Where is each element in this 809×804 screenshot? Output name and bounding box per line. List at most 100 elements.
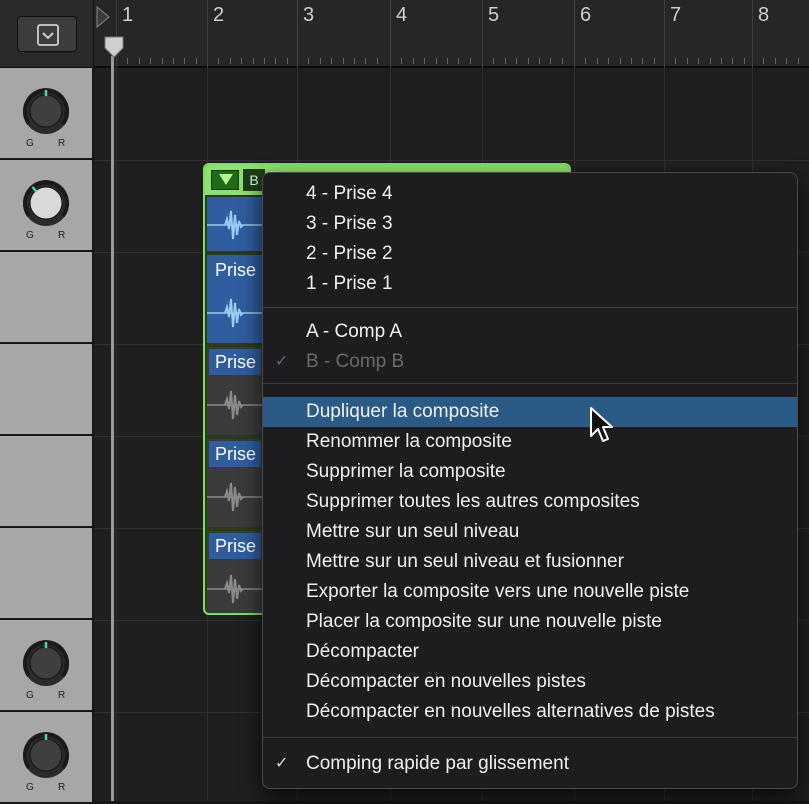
menu-item-quick-swipe-comping[interactable]: ✓ Comping rapide par glissement [263, 749, 797, 779]
ruler-minor-tick [150, 58, 152, 64]
ruler-minor-tick [229, 58, 231, 64]
menu-item-take[interactable]: 4 - Prise 4 [263, 179, 797, 209]
ruler-minor-tick [516, 58, 518, 64]
track-header[interactable] [0, 252, 94, 344]
ruler-minor-tick [435, 58, 437, 64]
ruler-minor-tick [331, 58, 333, 64]
menu-item-label: Dupliquer la composite [306, 401, 500, 422]
ruler-minor-tick [686, 58, 688, 64]
take-lane[interactable]: Prise [207, 347, 267, 435]
ruler-minor-tick [763, 58, 765, 64]
menu-item-action[interactable]: Dupliquer la composite [263, 397, 797, 427]
menu-item-action[interactable]: Décompacter en nouvelles alternatives de… [263, 697, 797, 727]
track-header[interactable]: GR [0, 620, 94, 712]
ruler-minor-tick [774, 58, 776, 64]
menu-item-label: A - Comp A [306, 321, 403, 342]
waveform-icon [207, 574, 265, 604]
ruler-minor-tick [218, 58, 220, 64]
menu-item-label: 1 - Prise 1 [306, 273, 393, 294]
ruler-minor-tick [596, 58, 598, 64]
track-options-button[interactable] [17, 16, 77, 52]
waveform-icon [207, 298, 265, 328]
ruler-minor-tick [743, 58, 745, 64]
take-label: Prise [209, 349, 261, 375]
ruler-minor-tick [401, 58, 403, 64]
track-list-corner [0, 0, 94, 68]
cycle-marker-icon[interactable] [96, 6, 110, 28]
knob-label-right: R [58, 230, 66, 241]
playhead-line[interactable] [111, 56, 114, 801]
ruler-minor-tick [608, 58, 610, 64]
menu-separator [263, 737, 797, 738]
menu-item-action[interactable]: Exporter la composite vers une nouvelle … [263, 577, 797, 607]
menu-item-action[interactable]: Supprimer toutes les autres composites [263, 487, 797, 517]
playhead-icon[interactable] [104, 36, 124, 58]
ruler-minor-tick [354, 58, 355, 64]
menu-item-label: Mettre sur un seul niveau et fusionner [306, 551, 624, 572]
comp-lane[interactable] [207, 197, 267, 251]
ruler-minor-tick [376, 58, 378, 64]
menu-item-action[interactable]: Décompacter [263, 637, 797, 667]
ruler-bar-number: 4 [396, 4, 408, 26]
timeline-ruler[interactable] [94, 0, 809, 68]
menu-item-comp[interactable]: A - Comp A [263, 317, 797, 347]
menu-item-action[interactable]: Mettre sur un seul niveau et fusionner [263, 547, 797, 577]
ruler-bar-line [297, 0, 298, 68]
track-header[interactable] [0, 528, 94, 620]
take-lane[interactable]: Prise [207, 255, 267, 343]
ruler-minor-tick [286, 58, 288, 64]
menu-item-action[interactable]: Placer la composite sur une nouvelle pis… [263, 607, 797, 637]
menu-item-action[interactable]: Mettre sur un seul niveau [263, 517, 797, 547]
track-header[interactable]: GR [0, 68, 94, 160]
disclosure-triangle-icon[interactable] [211, 170, 239, 190]
ruler-minor-tick [539, 58, 540, 64]
ruler-minor-tick [527, 58, 529, 64]
ruler-minor-tick [173, 58, 174, 64]
menu-item-action[interactable]: Décompacter en nouvelles pistes [263, 667, 797, 697]
track-header[interactable] [0, 344, 94, 436]
knob-label-left: G [26, 782, 34, 793]
knob-label-left: G [26, 138, 34, 149]
ruler-minor-tick [252, 58, 254, 64]
checkmark-icon: ✓ [275, 353, 289, 370]
menu-item-action[interactable]: Renommer la composite [263, 427, 797, 457]
take-lane[interactable]: Prise [207, 531, 267, 613]
track-header[interactable]: GR [0, 160, 94, 252]
menu-item-label: Mettre sur un seul niveau [306, 521, 520, 542]
gain-knob-icon[interactable] [21, 86, 71, 136]
ruler-minor-tick [319, 58, 321, 64]
ruler-minor-tick [585, 58, 587, 64]
ruler-minor-tick [493, 58, 495, 64]
ruler-minor-tick [184, 58, 186, 64]
gain-knob-icon[interactable] [21, 178, 71, 228]
track-header[interactable] [0, 436, 94, 528]
track-header[interactable]: GR [0, 712, 94, 804]
ruler-minor-tick [550, 58, 552, 64]
take-lane[interactable]: Prise [207, 439, 267, 527]
waveform-icon [207, 210, 265, 240]
menu-item-label: B - Comp B [306, 351, 405, 372]
menu-item-take[interactable]: 2 - Prise 2 [263, 239, 797, 269]
menu-item-label: 3 - Prise 3 [306, 213, 393, 234]
menu-item-label: Supprimer toutes les autres composites [306, 491, 640, 512]
menu-item-comp: ✓ B - Comp B [263, 347, 797, 377]
ruler-minor-tick [458, 58, 460, 64]
ruler-bar-line [752, 0, 753, 68]
menu-item-take[interactable]: 1 - Prise 1 [263, 269, 797, 299]
menu-item-action[interactable]: Supprimer la composite [263, 457, 797, 487]
ruler-minor-tick [264, 58, 265, 64]
knob-label-left: G [26, 230, 34, 241]
gain-knob-icon[interactable] [21, 638, 71, 688]
menu-item-label: Décompacter [306, 641, 419, 662]
ruler-minor-tick [412, 58, 414, 64]
ruler-minor-tick [308, 58, 310, 64]
ruler-minor-tick [797, 58, 799, 64]
knob-label-right: R [58, 690, 66, 701]
menu-item-take[interactable]: 3 - Prise 3 [263, 209, 797, 239]
ruler-bar-line [664, 0, 665, 68]
gain-knob-icon[interactable] [21, 730, 71, 780]
ruler-bar-number: 7 [670, 4, 682, 26]
ruler-minor-tick [138, 58, 140, 64]
chevron-down-icon [37, 24, 59, 46]
menu-item-label: Comping rapide par glissement [306, 753, 569, 774]
